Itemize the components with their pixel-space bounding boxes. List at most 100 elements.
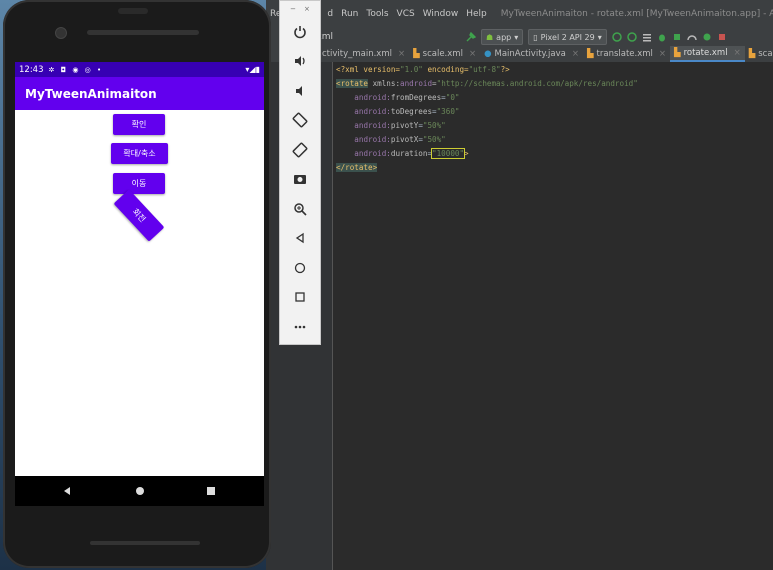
overview-button[interactable] (280, 283, 320, 313)
run-config-label: app (496, 32, 512, 42)
home-icon[interactable] (135, 486, 145, 496)
scale-button[interactable]: 확대/축소 (111, 143, 168, 164)
move-button[interactable]: 이동 (113, 173, 165, 194)
code-token: android: (354, 149, 391, 158)
menu-item-help[interactable]: Help (466, 9, 487, 19)
more-button[interactable] (280, 312, 320, 342)
menu-item-vcs[interactable]: VCS (397, 9, 415, 19)
close-icon[interactable]: × (734, 48, 741, 58)
code-token: > (464, 149, 469, 158)
code-token: encoding= (422, 65, 469, 74)
code-token: "360" (436, 107, 460, 116)
code-token: toDegrees (390, 107, 433, 116)
code-token: xmlns: (368, 79, 401, 88)
tab-rotate[interactable]: ▙ rotate.xml × (670, 46, 745, 62)
code-token: <?xml version= (336, 65, 401, 74)
profiler-icon[interactable] (686, 32, 697, 42)
volume-down-icon (296, 85, 302, 96)
earpiece-speaker (87, 30, 199, 35)
code-token: android: (354, 135, 391, 144)
tab-scale[interactable]: ▙ scale.xml × (409, 46, 480, 62)
menu-item-window[interactable]: Window (423, 9, 459, 19)
power-button[interactable] (280, 17, 320, 47)
tab-label: translate.xml (596, 49, 653, 59)
rotate-button[interactable]: 회전 (113, 189, 165, 242)
overview-icon[interactable] (206, 486, 216, 496)
close-icon[interactable]: × (398, 49, 405, 59)
apply-changes-icon[interactable] (611, 32, 622, 42)
tab-label: ctivity_main.xml (322, 49, 392, 59)
code-line: <?xml version="1.0" encoding="utf-8"?> (336, 63, 638, 77)
back-button[interactable] (280, 224, 320, 254)
back-icon[interactable] (62, 486, 72, 496)
tab-translate[interactable]: ▙ translate.xml × (583, 46, 670, 62)
hammer-icon[interactable] (466, 31, 477, 42)
debug-icon[interactable] (657, 32, 667, 42)
app-title: MyTweenAnimaiton (25, 86, 157, 101)
volume-up-button[interactable] (280, 47, 320, 77)
camera-icon (294, 175, 306, 185)
emulator-toolbar: − × (279, 0, 321, 345)
code-token: "http://schemas.android.com/apk/res/andr… (436, 79, 638, 88)
menu-item-tools[interactable]: Tools (366, 9, 388, 19)
volume-down-button[interactable] (280, 76, 320, 106)
device-icon: ▯ (533, 32, 538, 42)
back-icon (295, 233, 304, 244)
chevron-down-icon: ▾ (514, 32, 519, 42)
attach-debugger-icon[interactable] (672, 32, 682, 42)
phone-screen[interactable]: 12:43 ✲ ◘ ◉ ◎ • ▾◢▮ MyTweenAnimaiton 확인 … (15, 62, 264, 476)
front-camera (55, 27, 67, 39)
window-title: MyTweenAnimaiton - rotate.xml [MyTweenAn… (500, 9, 773, 19)
stop-icon[interactable] (717, 32, 727, 42)
code-token: </rotate> (336, 163, 378, 172)
list-icon[interactable] (642, 32, 652, 42)
code-token: pivotX (390, 135, 419, 144)
zoom-button[interactable] (280, 194, 320, 224)
navigation-bar (15, 476, 264, 506)
volume-up-icon (295, 56, 305, 67)
chevron-down-icon: ▾ (597, 32, 602, 42)
tab-scale2[interactable]: ▙ scale2.xml× (745, 46, 773, 62)
apply-code-changes-icon[interactable] (626, 32, 637, 42)
tab-label: scale.xml (422, 49, 463, 59)
minimize-button[interactable]: − (290, 5, 296, 13)
phone-sensor (118, 8, 148, 14)
rotate-right-button[interactable] (280, 135, 320, 165)
menu-item-run[interactable]: Run (341, 9, 358, 19)
code-token: "10000" (431, 148, 466, 159)
code-token: "0" (445, 93, 460, 102)
close-icon[interactable]: × (469, 49, 476, 59)
xml-file-icon: ▙ (587, 49, 594, 59)
rotate-right-icon (292, 142, 308, 158)
confirm-button[interactable]: 확인 (113, 114, 165, 135)
home-icon (294, 262, 306, 273)
bottom-speaker (90, 541, 200, 545)
code-editor[interactable]: <?xml version="1.0" encoding="utf-8"?> <… (336, 63, 638, 175)
device-select[interactable]: ▯ Pixel 2 API 29 ▾ (528, 29, 607, 45)
home-button[interactable] (280, 253, 320, 283)
screenshot-button[interactable] (280, 165, 320, 195)
tab-label: scale2.xml (758, 49, 773, 59)
close-icon[interactable]: × (659, 49, 666, 59)
tab-label: MainActivity.java (494, 49, 566, 59)
code-token: "50%" (422, 121, 446, 130)
code-line: </rotate> (336, 161, 638, 175)
run-config-select[interactable]: ☗ app ▾ (481, 29, 524, 45)
device-label: Pixel 2 API 29 (540, 32, 595, 42)
emulator-phone-frame: 12:43 ✲ ◘ ◉ ◎ • ▾◢▮ MyTweenAnimaiton 확인 … (3, 0, 271, 568)
app-bar: MyTweenAnimaiton (15, 77, 264, 110)
signal-battery-icons: ▾◢▮ (245, 65, 260, 74)
rotate-left-button[interactable] (280, 106, 320, 136)
close-icon[interactable]: × (572, 49, 579, 59)
editor-tabs: ctivity_main.xml × ▙ scale.xml × ● MainAct… (266, 46, 773, 62)
more-icon (294, 325, 306, 329)
menu-item-d[interactable]: d (327, 9, 333, 19)
tab-activity-main[interactable]: ctivity_main.xml × (318, 46, 409, 62)
code-token: "1.0" (400, 65, 423, 74)
tab-main-activity[interactable]: ● MainActivity.java × (480, 46, 583, 62)
code-token: android: (354, 107, 391, 116)
code-line: android:toDegrees="360" (354, 107, 460, 116)
sync-icon[interactable] (702, 32, 712, 42)
close-button[interactable]: × (304, 5, 310, 13)
overview-icon (295, 292, 305, 302)
